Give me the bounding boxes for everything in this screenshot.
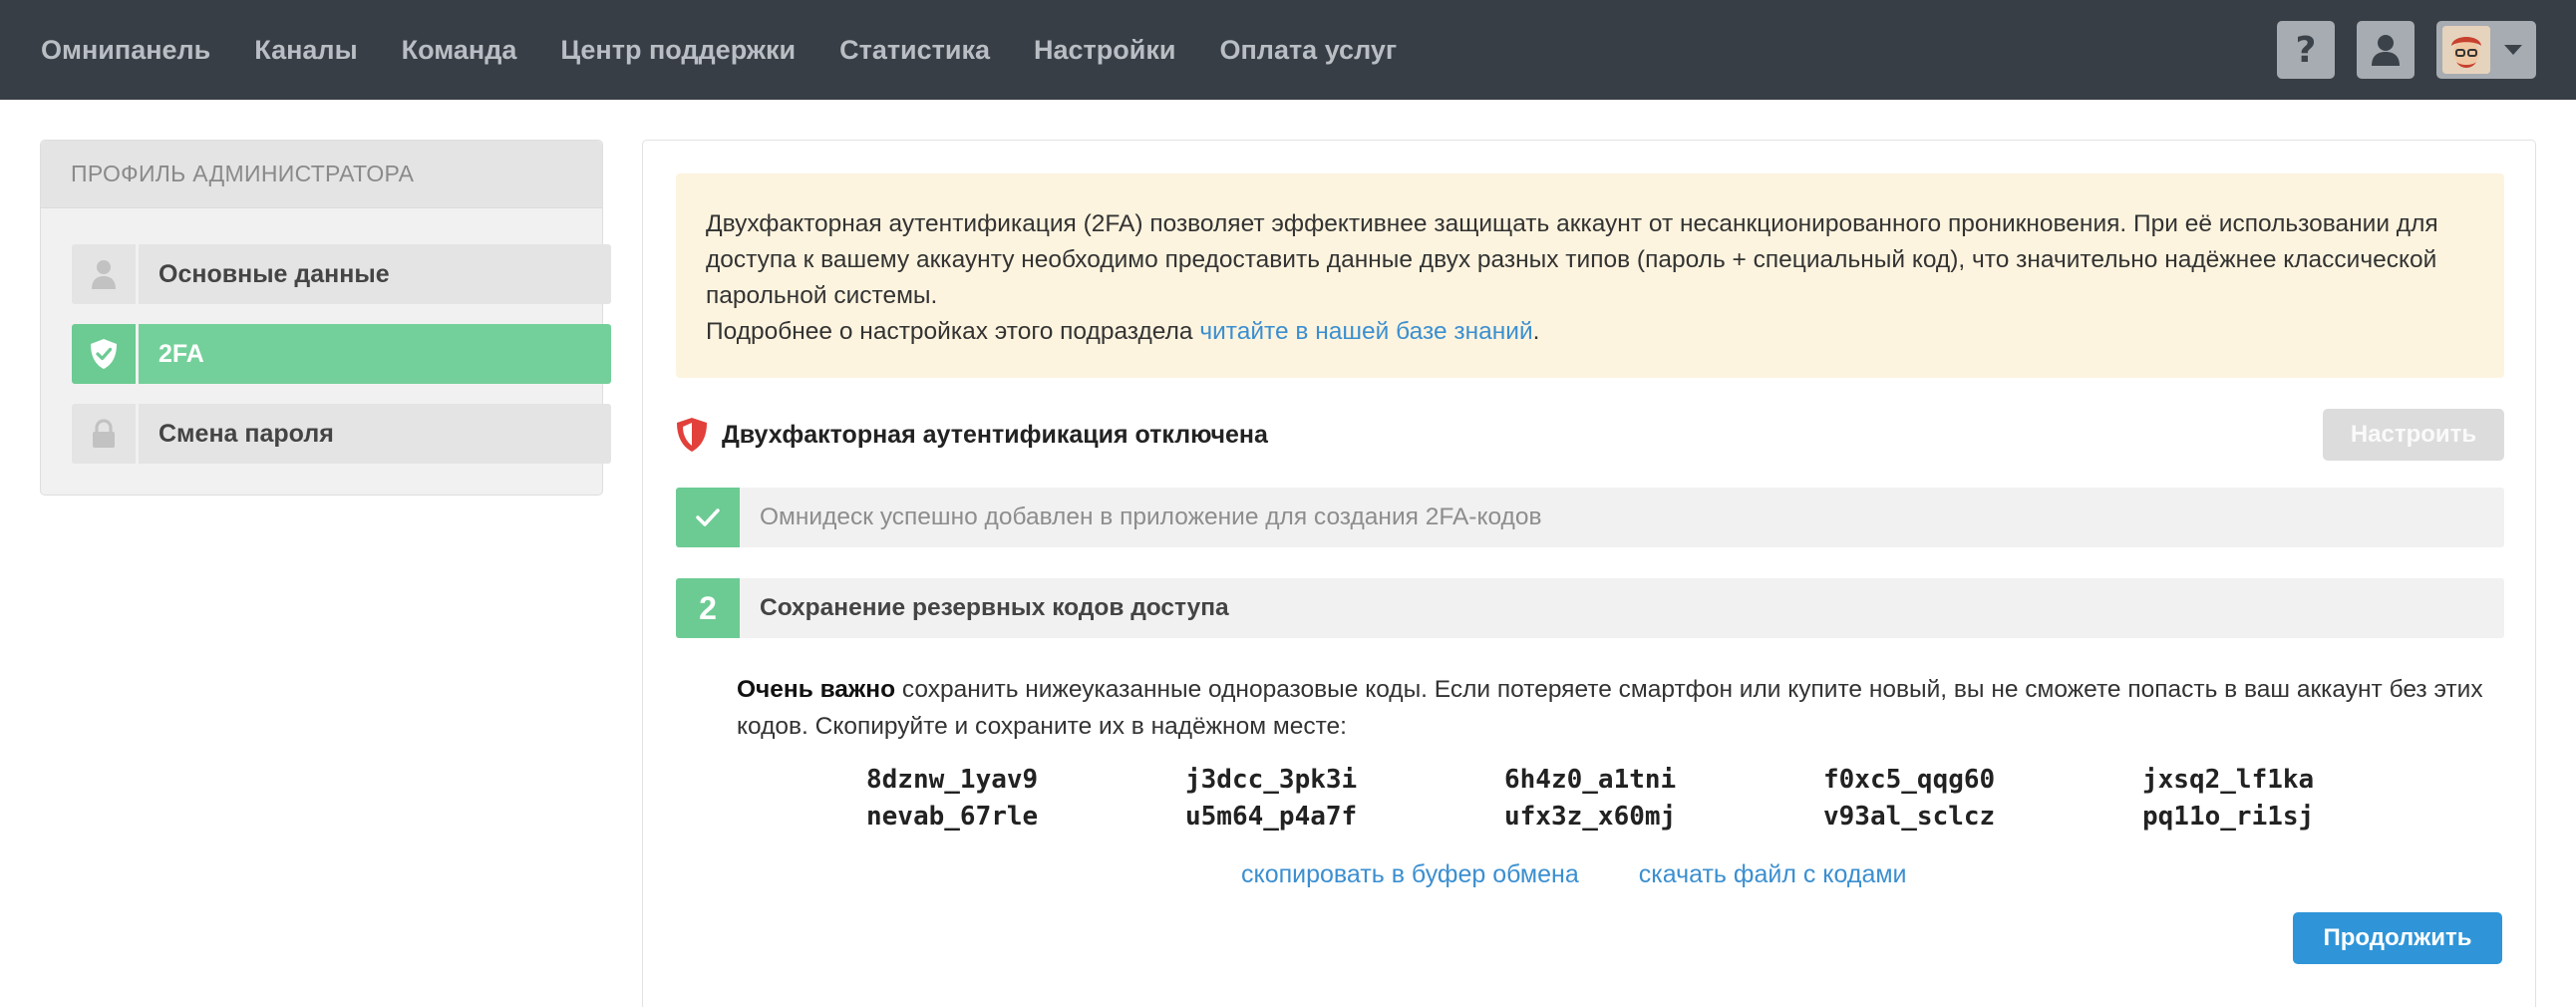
continue-button[interactable]: Продолжить [2293,912,2502,964]
help-button[interactable]: ? [2277,21,2335,79]
backup-code: pq11o_ri1sj [2142,802,2315,832]
nav-item-channels[interactable]: Каналы [254,35,357,66]
2fa-status-row: Двухфакторная аутентификация отключена Н… [676,408,2504,462]
top-right-controls: ? [2255,20,2536,80]
backup-code: f0xc5_qqg60 [1823,765,1996,795]
step-done-badge [676,488,740,547]
step-number-badge: 2 [676,578,740,638]
sidebar-item-label: Смена пароля [139,404,611,464]
nav-item-billing[interactable]: Оплата услуг [1219,35,1397,66]
backup-code: j3dcc_3pk3i [1185,765,1358,795]
profile-button[interactable] [2357,21,2415,79]
notice-text: Двухфакторная аутентификация (2FA) позво… [706,210,2438,309]
main-nav: Омнипанель Каналы Команда Центр поддержк… [0,0,1441,100]
nav-item-settings[interactable]: Настройки [1034,35,1175,66]
sidebar-item-2fa[interactable]: 2FA [72,324,611,384]
sidebar-item-change-password[interactable]: Смена пароля [72,404,611,464]
shield-check-icon [91,339,117,369]
nav-item-support-center[interactable]: Центр поддержки [560,35,796,66]
sidebar-item-basic-info[interactable]: Основные данные [72,244,611,304]
sidebar-item-label: 2FA [139,324,611,384]
backup-code: v93al_sclcz [1823,802,1996,832]
backup-code: 6h4z0_a1tni [1504,765,1677,795]
notice-more-line: Подробнее о настройках этого подраздела … [706,314,2474,350]
nav-item-team[interactable]: Команда [402,35,517,66]
codes-actions: скопировать в буфер обмена скачать файл … [1241,860,1907,889]
chevron-down-icon [2504,45,2522,55]
two-factor-panel: Двухфакторная аутентификация (2FA) позво… [642,140,2536,1007]
download-codes-link[interactable]: скачать файл с кодами [1639,860,1907,889]
question-icon: ? [2295,29,2317,71]
info-notice: Двухфакторная аутентификация (2FA) позво… [676,173,2504,378]
backup-codes-grid: 8dznw_1yav9 j3dcc_3pk3i 6h4z0_a1tni f0xc… [866,762,2461,836]
knowledge-base-link[interactable]: читайте в нашей базе знаний [1199,318,1532,345]
description-text: сохранить нижеуказанные одноразовые коды… [737,676,2483,740]
backup-code: jxsq2_lf1ka [2142,765,2315,795]
nav-item-omnipanel[interactable]: Омнипанель [41,35,210,66]
step-app-added: Омнидеск успешно добавлен в приложение д… [676,488,2504,547]
backup-code: 8dznw_1yav9 [866,765,1039,795]
backup-code: u5m64_p4a7f [1185,802,1358,832]
shield-icon [677,418,707,452]
sidebar-header: ПРОФИЛЬ АДМИНИСТРАТОРА [41,141,602,208]
checkmark-icon [696,508,720,526]
2fa-status-text: Двухфакторная аутентификация отключена [722,420,1268,449]
lock-icon [93,419,115,448]
notice-more-suffix: . [1532,318,1540,345]
step-text: Омнидеск успешно добавлен в приложение д… [740,488,2504,547]
backup-codes-description: Очень важно сохранить нижеуказанные одно… [737,671,2521,745]
backup-code: ufx3z_x60mj [1504,802,1677,832]
setup-button[interactable]: Настроить [2323,409,2504,461]
sidebar-item-icon-box [72,244,136,304]
admin-profile-sidebar: ПРОФИЛЬ АДМИНИСТРАТОРА Основные данные 2… [40,140,611,496]
top-navigation-bar: Омнипанель Каналы Команда Центр поддержк… [0,0,2576,100]
avatar [2442,26,2490,74]
step-text: Сохранение резервных кодов доступа [740,578,2504,638]
step-backup-codes: 2 Сохранение резервных кодов доступа [676,578,2504,638]
user-icon [2372,35,2400,66]
notice-more-text: Подробнее о настройках этого подраздела [706,318,1200,345]
nav-item-statistics[interactable]: Статистика [839,35,990,66]
important-label: Очень важно [737,676,896,703]
user-icon [92,260,116,289]
sidebar-item-icon-box [72,404,136,464]
sidebar-item-label: Основные данные [139,244,611,304]
account-menu-button[interactable] [2436,21,2536,79]
copy-to-clipboard-link[interactable]: скопировать в буфер обмена [1241,860,1579,889]
sidebar-item-icon-box [72,324,136,384]
backup-code: nevab_67rle [866,802,1039,832]
